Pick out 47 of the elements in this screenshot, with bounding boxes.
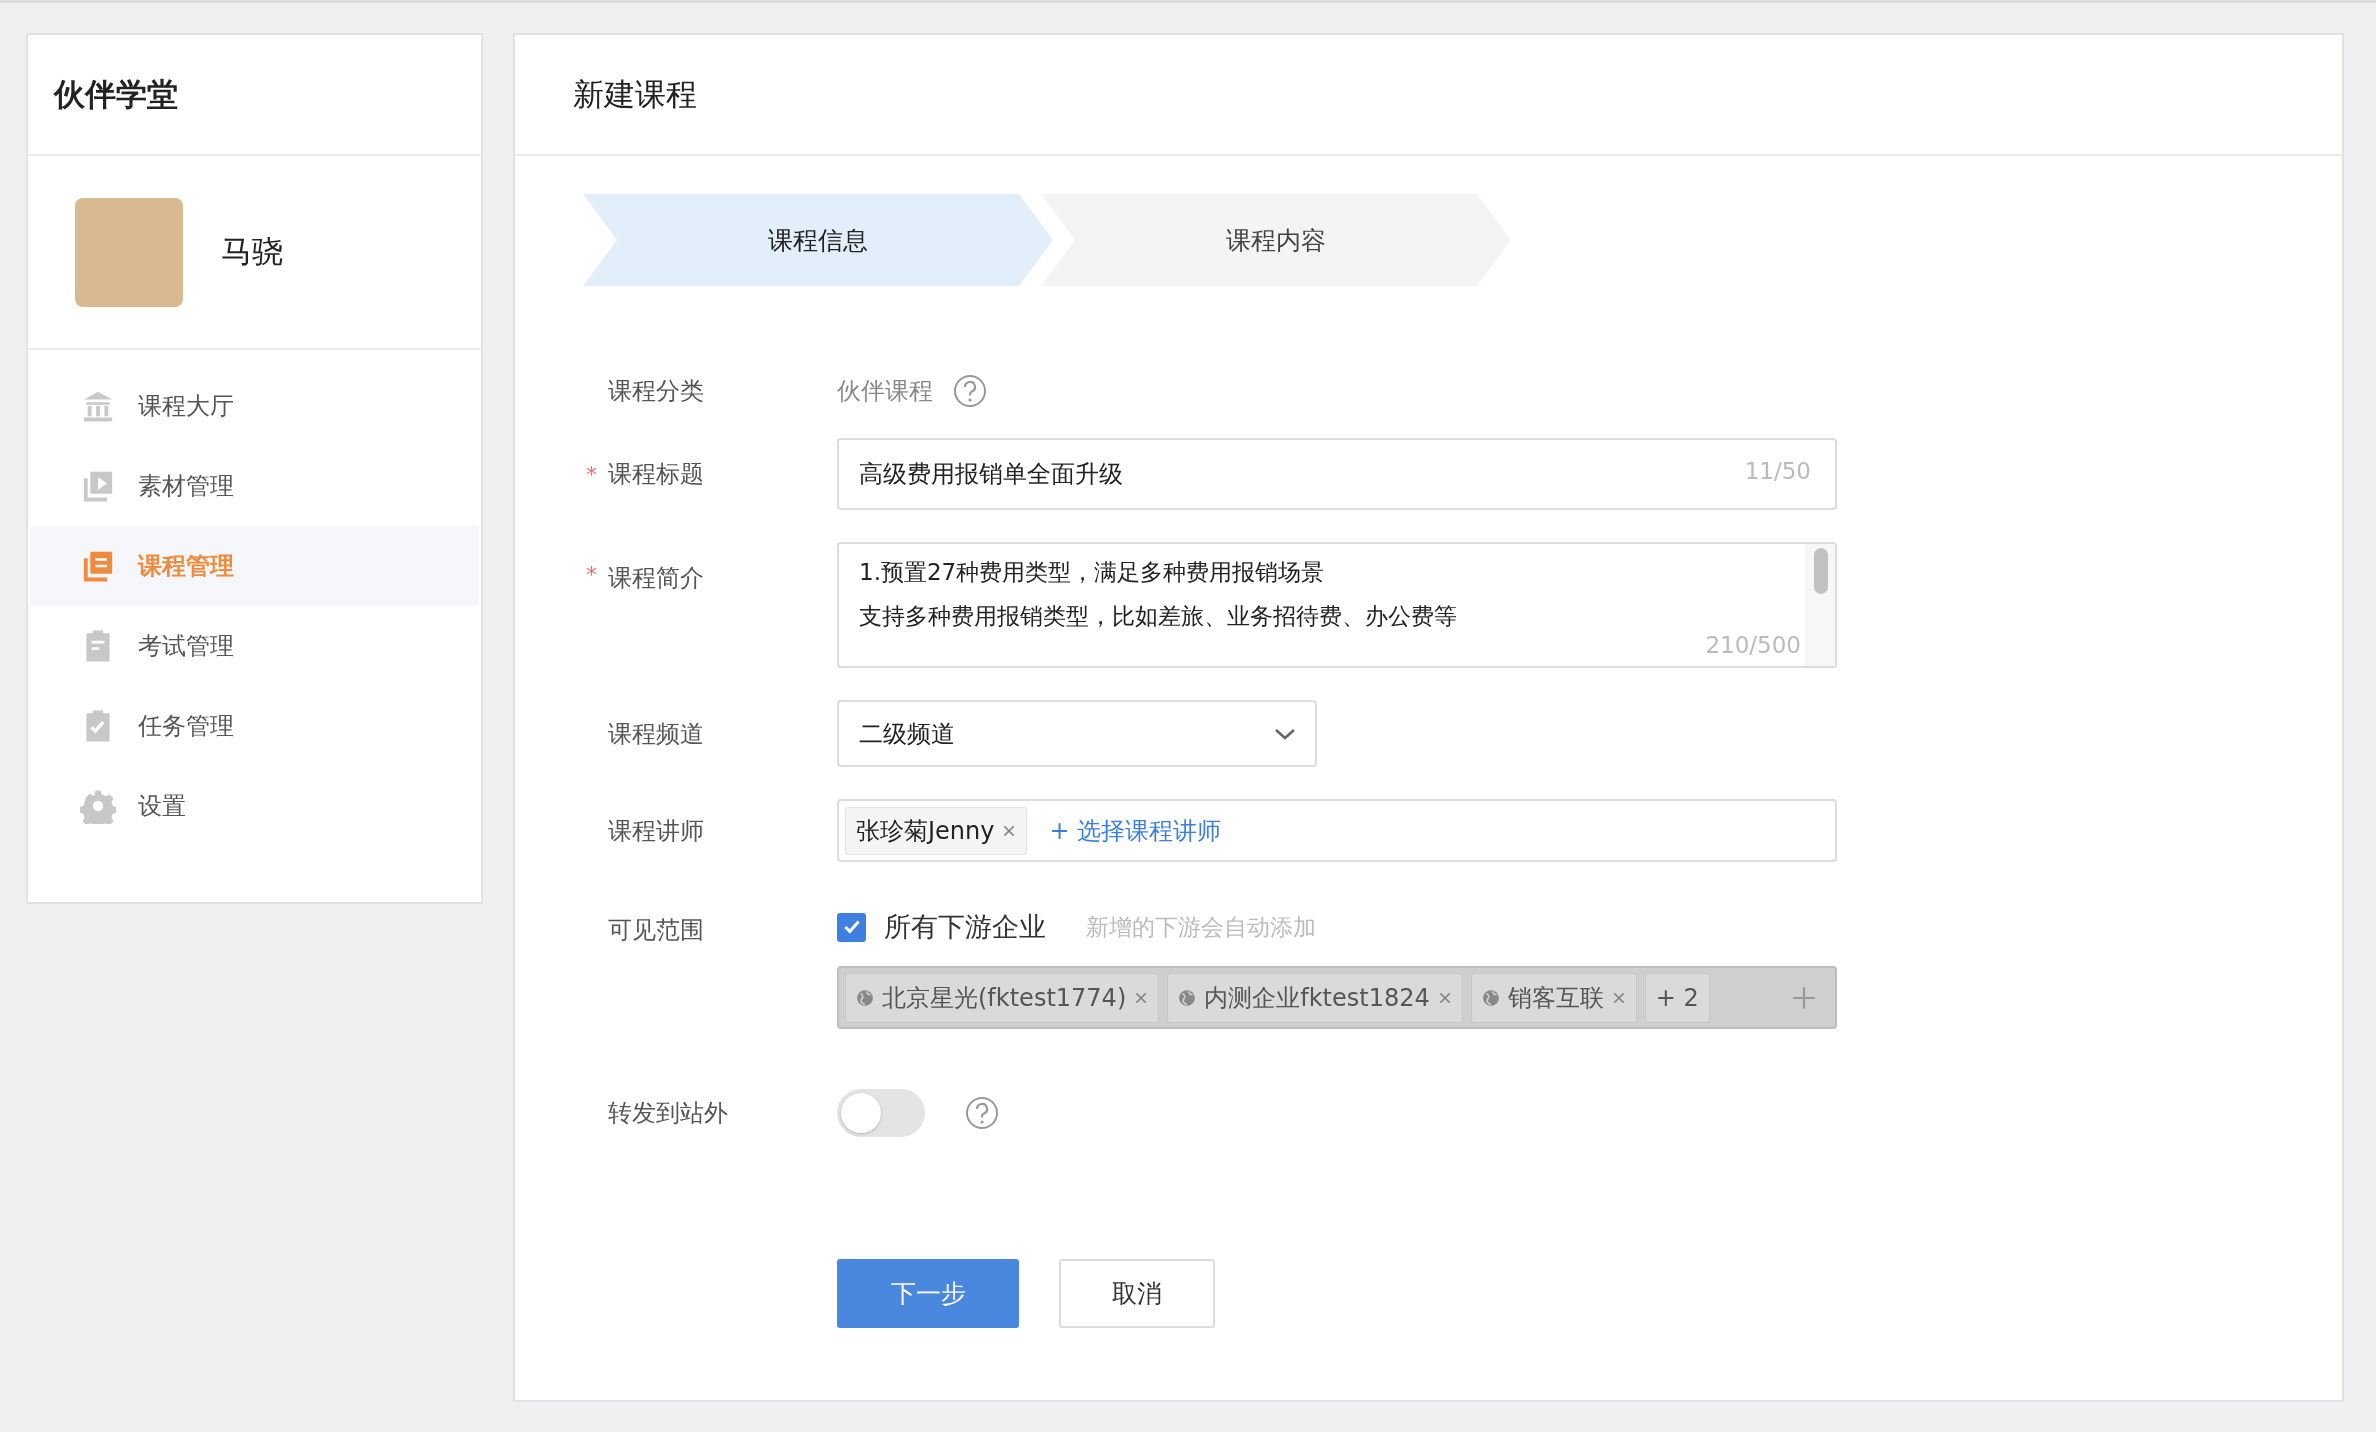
teacher-field[interactable]: 张珍菊Jenny + 选择课程讲师 — [837, 799, 1837, 862]
sidebar-item[interactable]: 素材管理 — [30, 446, 479, 526]
toggle-switch[interactable] — [837, 1089, 925, 1137]
text-line: 1.预置27种费用类型，满足多种费用报销场景 — [859, 558, 1325, 587]
select-teacher-link[interactable]: + 选择课程讲师 — [1049, 814, 1222, 847]
field-label: 课程分类 — [608, 376, 704, 407]
category-value: 伙伴课程 — [837, 376, 933, 407]
globe-icon — [1481, 988, 1500, 1007]
channel-select[interactable]: 二级频道 — [837, 700, 1317, 767]
sidebar-item[interactable]: 考试管理 — [30, 606, 479, 686]
field-label: 可见范围 — [608, 915, 704, 946]
char-counter: 210/500 — [1705, 632, 1801, 658]
sidebar-item[interactable]: 课程大厅 — [30, 366, 479, 446]
checkbox-label: 所有下游企业 — [884, 910, 1046, 944]
company-tag: 销客互联 — [1470, 972, 1637, 1023]
teacher-tag: 张珍菊Jenny — [845, 806, 1028, 855]
field-label: 转发到站外 — [608, 1098, 728, 1129]
required-mark: * — [586, 562, 597, 587]
user-name: 马骁 — [221, 232, 283, 271]
globe-icon — [856, 988, 874, 1007]
char-counter: 11/50 — [1744, 458, 1811, 484]
more-count: + 2 — [1644, 972, 1710, 1023]
app-title: 伙伴学堂 — [54, 74, 178, 114]
scrollbar[interactable] — [1806, 544, 1835, 666]
company-tag: 内测企业fktest1824 — [1167, 972, 1463, 1023]
next-button[interactable]: 下一步 — [837, 1259, 1019, 1328]
sidebar-item[interactable]: 设置 — [30, 766, 479, 846]
help-icon[interactable] — [965, 1096, 999, 1130]
company-tag: 北京星光(fktest1774) — [845, 972, 1160, 1023]
required-mark: * — [586, 461, 597, 487]
step-tab[interactable]: 课程内容 — [1041, 194, 1511, 286]
settings-icon — [80, 788, 116, 824]
hint-text: 新增的下游会自动添加 — [1086, 912, 1316, 942]
globe-icon — [1178, 988, 1197, 1007]
close-icon[interactable] — [1002, 823, 1017, 838]
sidebar-item[interactable]: 任务管理 — [30, 686, 479, 766]
help-icon[interactable] — [953, 374, 987, 408]
field-label: 课程标题 — [608, 459, 704, 490]
field-label: 课程简介 — [608, 563, 704, 594]
intro-textarea[interactable]: 1.预置27种费用类型，满足多种费用报销场景 支持多种费用报销类型，比如差旅、业务招待费、办公费等 210/500 — [837, 542, 1837, 668]
field-label: 课程频道 — [608, 718, 704, 750]
chevron-down-icon — [1273, 726, 1297, 741]
cancel-button[interactable]: 取消 — [1059, 1259, 1215, 1328]
step-tab[interactable]: 课程信息 — [583, 194, 1053, 286]
text-line: 支持多种费用报销类型，比如差旅、业务招待费、办公费等 — [859, 602, 1457, 631]
field-label: 课程讲师 — [608, 815, 704, 847]
page-title: 新建课程 — [573, 74, 697, 114]
